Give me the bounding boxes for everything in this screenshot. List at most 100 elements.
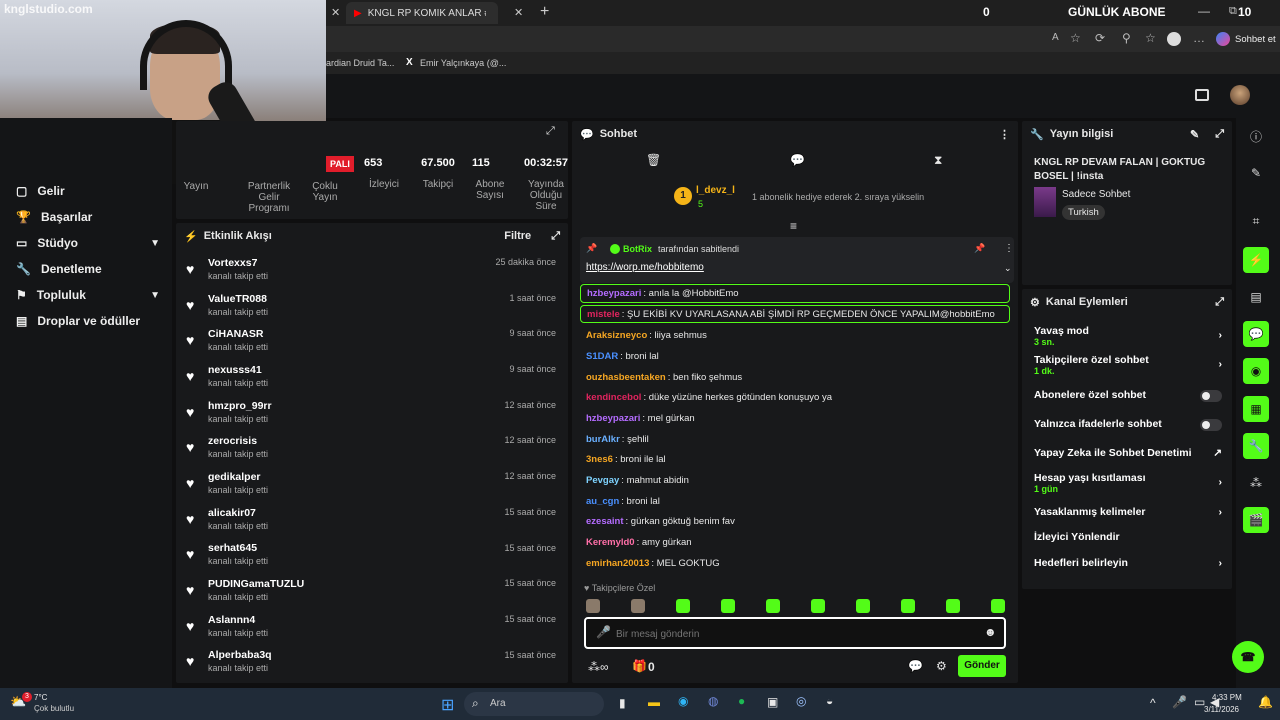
- event-item[interactable]: ♥ Aslannn4 kanalı takip etti 15 saat önce: [176, 608, 568, 644]
- copilot-icon[interactable]: [1216, 32, 1230, 46]
- action-slow-mode[interactable]: Yavaş mod 3 sn. ›: [1022, 325, 1232, 347]
- emote-icon[interactable]: [901, 599, 915, 613]
- event-user[interactable]: gedikalper: [208, 471, 268, 483]
- message-input[interactable]: [616, 625, 966, 643]
- sidebar-item-studyo[interactable]: ▭ Stüdyo ▼: [0, 230, 172, 256]
- read-aloud-icon[interactable]: A: [1052, 32, 1059, 43]
- chevron-down-icon[interactable]: ⌄: [1004, 263, 1012, 274]
- lightning-icon[interactable]: ⚡: [1243, 247, 1269, 273]
- event-user[interactable]: Aslannn4: [208, 614, 268, 626]
- bookmark-item[interactable]: ardian Druid Ta...: [326, 58, 394, 68]
- event-item[interactable]: ♥ Vortexxs7 kanalı takip etti 25 dakika önc…: [176, 251, 568, 287]
- chat-bubble-icon[interactable]: 💬: [908, 659, 923, 673]
- spotify-icon[interactable]: ●: [738, 694, 745, 708]
- chat-username[interactable]: ezesaint: [586, 516, 624, 527]
- filter-button[interactable]: Filtre: [504, 230, 531, 242]
- popout-icon[interactable]: ⤢: [551, 230, 560, 243]
- windows-start-icon[interactable]: ⊞: [441, 695, 454, 715]
- sidebar-item-denetleme[interactable]: 🔧 Denetleme: [0, 256, 172, 282]
- minimize-icon[interactable]: —: [1198, 4, 1210, 18]
- star-icon[interactable]: ☆: [1070, 31, 1081, 45]
- event-user[interactable]: Vortexxs7: [208, 257, 268, 269]
- chat-bubble-icon[interactable]: 💬: [790, 153, 805, 167]
- close-tab-icon[interactable]: ✕: [331, 6, 340, 19]
- category-name[interactable]: Sadece Sohbet: [1062, 189, 1130, 200]
- info-icon[interactable]: ⓘ: [1243, 123, 1269, 149]
- emote-icon[interactable]: [991, 599, 1005, 613]
- chat-username[interactable]: Araksizneyco: [586, 330, 647, 341]
- gifter-name[interactable]: l_devz_l: [696, 185, 735, 196]
- event-item[interactable]: ♥ nexusss41 kanalı takip etti 9 saat önce: [176, 358, 568, 394]
- crop-icon[interactable]: ⌗: [1243, 208, 1269, 234]
- favorites-icon[interactable]: ☆: [1145, 31, 1156, 45]
- event-item[interactable]: ♥ PUDINGamaTUZLU kanalı takip etti 15 saat …: [176, 572, 568, 608]
- bookmark-item[interactable]: Emir Yalçınkaya (@...: [420, 58, 506, 68]
- terminal-icon[interactable]: ▣: [767, 695, 778, 709]
- event-user[interactable]: PUDINGamaTUZLU: [208, 578, 304, 590]
- chat-username[interactable]: ouzhasbeentaken: [586, 372, 666, 383]
- action-banned-words[interactable]: Yasaklanmış kelimeler ›: [1022, 506, 1232, 518]
- steam-icon[interactable]: ◎: [796, 694, 806, 708]
- document-icon[interactable]: ▤: [1243, 284, 1269, 310]
- weather-widget[interactable]: ⛅ 3 7°C Çok bulutlu: [10, 692, 90, 716]
- popout-icon[interactable]: ⤢: [546, 125, 555, 138]
- chat-username[interactable]: kendincebol: [586, 392, 641, 403]
- event-item[interactable]: ♥ hmzpro_99rr kanalı takip etti 12 saat önc…: [176, 394, 568, 430]
- chat-icon[interactable]: 💬: [1243, 321, 1269, 347]
- notifications-icon[interactable]: [1195, 89, 1209, 101]
- chat-username[interactable]: mistele: [587, 309, 620, 320]
- notifications-icon[interactable]: 🔔: [1258, 695, 1273, 709]
- sidebar-item-basarilar[interactable]: 🏆 Başarılar: [0, 204, 172, 230]
- action-account-age[interactable]: Hesap yaşı kısıtlaması 1 gün ›: [1022, 472, 1232, 494]
- chat-username[interactable]: Keremyld0: [586, 537, 635, 548]
- microphone-icon[interactable]: 🎤: [596, 625, 611, 639]
- extensions-icon[interactable]: ⚲: [1122, 31, 1131, 45]
- broadcast-icon[interactable]: ◉: [1243, 358, 1269, 384]
- chat-button[interactable]: Sohbet et: [1235, 34, 1276, 45]
- event-item[interactable]: ♥ Alperbaba3q kanalı takip etti 15 saat önc…: [176, 644, 568, 680]
- edge-icon[interactable]: ◉: [678, 694, 688, 708]
- chat-input-box[interactable]: 🎤 ☻: [584, 617, 1006, 649]
- emote-icon[interactable]: [856, 599, 870, 613]
- popout-icon[interactable]: ⤢: [1215, 128, 1224, 141]
- pinned-link[interactable]: https://worp.me/hobbitemo: [586, 262, 704, 273]
- hourglass-icon[interactable]: ⧗: [934, 153, 942, 168]
- emote-icon[interactable]: [946, 599, 960, 613]
- edit-icon[interactable]: ✎: [1190, 128, 1199, 141]
- emote-icon[interactable]: [586, 599, 600, 613]
- unpin-icon[interactable]: 📌: [974, 243, 985, 254]
- avatar[interactable]: [1230, 85, 1250, 105]
- action-ai-moderation[interactable]: Yapay Zeka ile Sohbet Denetimi ↗: [1022, 447, 1232, 459]
- sidebar-item-droplar[interactable]: ▤ Droplar ve ödüller: [0, 308, 172, 334]
- browser-tab[interactable]: ▶ KNGL RP KOMIK ANLAR #4 - YouT: [346, 2, 498, 24]
- chat-username[interactable]: burAlkr: [586, 434, 620, 445]
- send-button[interactable]: Gönder: [958, 655, 1006, 677]
- action-raid[interactable]: İzleyici Yönlendir: [1022, 531, 1232, 543]
- chat-username[interactable]: Pevgay: [586, 475, 619, 486]
- action-followers-only[interactable]: Takipçilere özel sohbet 1 dk. ›: [1022, 354, 1232, 376]
- points-icon[interactable]: ⁂∞: [588, 660, 609, 674]
- support-button[interactable]: ☎: [1232, 641, 1264, 673]
- tray-chevron-icon[interactable]: ^: [1150, 696, 1156, 710]
- taskbar-search[interactable]: ⌕ Ara: [464, 692, 604, 716]
- event-user[interactable]: ValueTR088: [208, 293, 268, 305]
- chat-username[interactable]: hzbeypazari: [586, 413, 640, 424]
- menu-icon[interactable]: …: [1193, 31, 1205, 45]
- more-icon[interactable]: ⋮: [999, 128, 1010, 141]
- subs-only-toggle[interactable]: [1200, 390, 1222, 402]
- event-item[interactable]: ♥ zerocrisis kanalı takip etti 12 saat önce: [176, 429, 568, 465]
- task-view-icon[interactable]: ▮: [619, 696, 626, 710]
- event-item[interactable]: ♥ CiHANASR kanalı takip etti 9 saat önce: [176, 322, 568, 358]
- points-icon[interactable]: ⁂: [1243, 470, 1269, 496]
- event-user[interactable]: Alperbaba3q: [208, 649, 272, 661]
- event-user[interactable]: serhat645: [208, 542, 268, 554]
- chat-username[interactable]: au_cgn: [586, 496, 619, 507]
- event-user[interactable]: hmzpro_99rr: [208, 400, 272, 412]
- file-explorer-icon[interactable]: ▬: [648, 695, 660, 709]
- obs-icon[interactable]: ◒: [826, 694, 833, 708]
- gear-icon[interactable]: ⚙: [936, 659, 947, 673]
- wrench-icon[interactable]: 🔧: [1243, 433, 1269, 459]
- new-tab-button[interactable]: +: [540, 3, 549, 21]
- event-user[interactable]: CiHANASR: [208, 328, 268, 340]
- event-user[interactable]: alicakir07: [208, 507, 268, 519]
